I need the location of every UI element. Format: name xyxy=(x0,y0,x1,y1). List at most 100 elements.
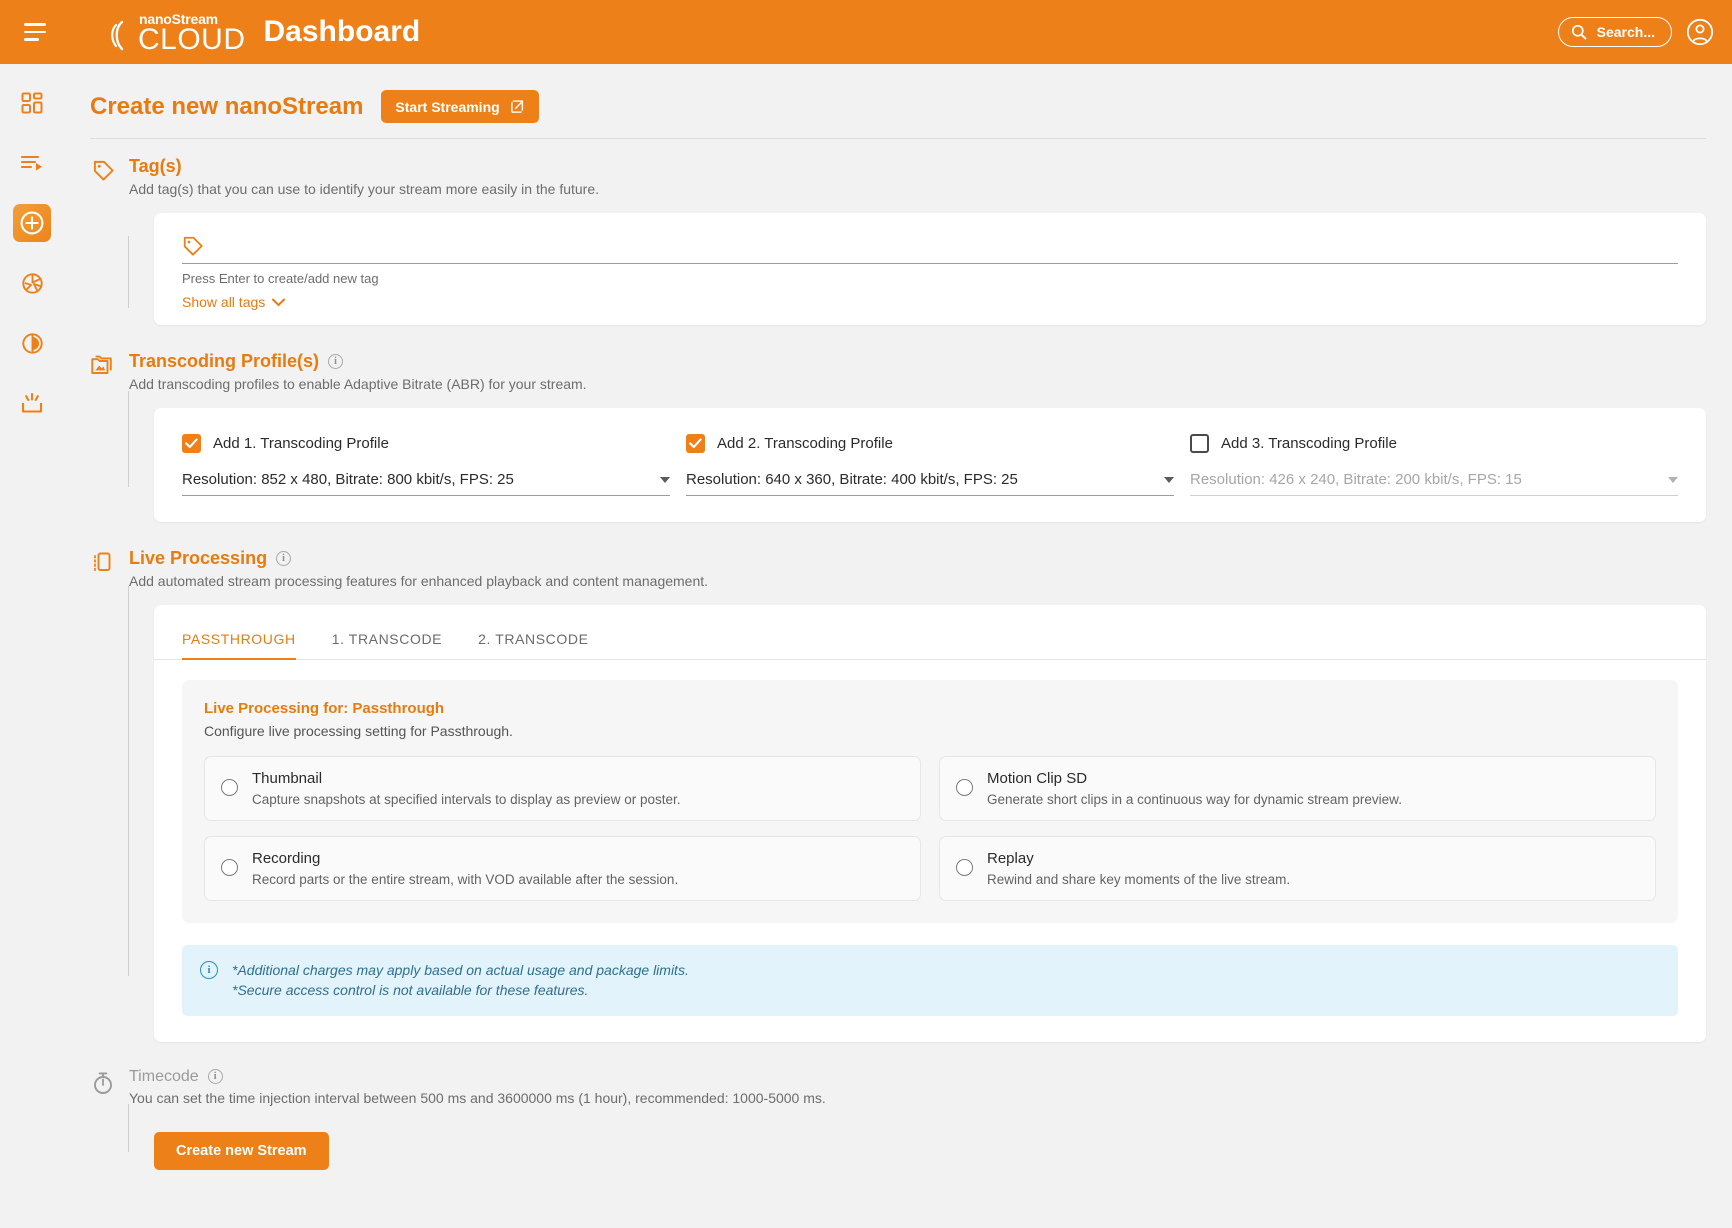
profile-3-select: Resolution: 426 x 240, Bitrate: 200 kbit… xyxy=(1190,471,1678,496)
live-processing-tabs: PASSTHROUGH 1. TRANSCODE 2. TRANSCODE xyxy=(154,605,1706,660)
option-motion-clip-sd-radio[interactable] xyxy=(956,779,973,796)
hamburger-line xyxy=(24,23,46,26)
live-processing-icon xyxy=(90,548,116,578)
info-icon[interactable]: i xyxy=(328,354,344,369)
profile-1-checkbox[interactable] xyxy=(182,434,201,453)
search-button[interactable]: Search... xyxy=(1557,17,1672,47)
transcoding-profile-1: Add 1. Transcoding Profile Resolution: 8… xyxy=(182,434,670,496)
logo-arcs-icon xyxy=(111,21,124,51)
profile-2-label: Add 2. Transcoding Profile xyxy=(717,435,893,452)
chevron-down-icon xyxy=(1164,476,1174,483)
create-new-stream-button[interactable]: Create new Stream xyxy=(154,1131,329,1170)
profile-2-value: Resolution: 640 x 360, Bitrate: 400 kbit… xyxy=(686,471,1018,488)
profile-2-checkbox[interactable] xyxy=(686,434,705,453)
profile-3-value: Resolution: 426 x 240, Bitrate: 200 kbit… xyxy=(1190,471,1522,488)
aperture-icon xyxy=(21,272,43,294)
tag-icon xyxy=(183,236,203,256)
left-nav-rail xyxy=(0,64,64,1228)
search-icon xyxy=(1571,24,1586,40)
tags-title: Tag(s) xyxy=(129,156,182,176)
info-icon[interactable]: i xyxy=(276,551,292,566)
plus-circle-icon xyxy=(20,211,44,235)
transcoding-title: Transcoding Profile(s) xyxy=(129,351,320,371)
option-replay-radio[interactable] xyxy=(956,859,973,876)
tag-icon xyxy=(90,156,116,186)
grid-dashboard-icon xyxy=(21,92,43,114)
section-connector xyxy=(128,1103,129,1152)
page-title: Create new nanoStream xyxy=(90,92,364,120)
profile-2-select[interactable]: Resolution: 640 x 360, Bitrate: 400 kbit… xyxy=(686,471,1174,496)
sidebar-item-analytics[interactable] xyxy=(13,324,51,362)
start-streaming-label: Start Streaming xyxy=(395,98,500,115)
brand[interactable]: nanoStream CLOUD Dashboard xyxy=(110,12,420,56)
section-connector xyxy=(128,391,129,487)
start-streaming-button[interactable]: Start Streaming xyxy=(381,90,539,123)
transcoding-section-header: Transcoding Profile(s) i Add transcoding… xyxy=(90,325,1732,392)
tab-transcode-1[interactable]: 1. TRANSCODE xyxy=(332,627,464,659)
sidebar-item-dashboard[interactable] xyxy=(13,84,51,122)
info-icon[interactable]: i xyxy=(207,1069,223,1085)
hamburger-menu-icon[interactable] xyxy=(18,15,52,49)
option-thumbnail-desc: Capture snapshots at specified intervals… xyxy=(252,792,681,807)
option-replay[interactable]: Replay Rewind and share key moments of t… xyxy=(939,836,1656,901)
external-link-icon xyxy=(510,100,523,113)
image-folder-icon xyxy=(90,351,116,381)
tag-input-row[interactable] xyxy=(182,235,1678,264)
show-all-tags-link[interactable]: Show all tags xyxy=(182,294,286,310)
option-replay-desc: Rewind and share key moments of the live… xyxy=(987,872,1291,887)
sidebar-item-webcaster[interactable] xyxy=(13,264,51,302)
tag-input-hint: Press Enter to create/add new tag xyxy=(182,271,379,286)
logo-cloud-text: CLOUD xyxy=(138,22,246,56)
chevron-down-icon xyxy=(272,298,286,306)
tab-transcode-2-label: 2. TRANSCODE xyxy=(478,631,589,647)
transcoding-subtitle: Add transcoding profiles to enable Adapt… xyxy=(129,376,587,392)
account-circle-icon[interactable] xyxy=(1686,18,1714,46)
live-processing-title: Live Processing xyxy=(129,548,268,568)
list-play-icon xyxy=(20,155,42,171)
profile-3-checkbox[interactable] xyxy=(1190,434,1209,453)
chevron-down-icon xyxy=(660,476,670,483)
tags-card: Press Enter to create/add new tag Show a… xyxy=(154,213,1706,325)
profile-1-select[interactable]: Resolution: 852 x 480, Bitrate: 800 kbit… xyxy=(182,471,670,496)
option-thumbnail-radio[interactable] xyxy=(221,779,238,796)
notice-line-1: *Additional charges may apply based on a… xyxy=(232,962,689,978)
chevron-down-icon xyxy=(1668,476,1678,483)
option-recording-radio[interactable] xyxy=(221,859,238,876)
additional-charges-notice: i *Additional charges may apply based on… xyxy=(182,945,1678,1016)
upload-tray-icon xyxy=(21,392,43,413)
hamburger-line xyxy=(24,38,39,41)
live-processing-options: Thumbnail Capture snapshots at specified… xyxy=(204,756,1656,901)
profile-1-label: Add 1. Transcoding Profile xyxy=(213,435,389,452)
tab-passthrough-label: PASSTHROUGH xyxy=(182,631,296,647)
tab-transcode-2[interactable]: 2. TRANSCODE xyxy=(478,627,610,659)
profile-2-checkbox-row[interactable]: Add 2. Transcoding Profile xyxy=(686,434,1174,453)
live-processing-card: PASSTHROUGH 1. TRANSCODE 2. TRANSCODE Li… xyxy=(154,605,1706,1042)
option-thumbnail[interactable]: Thumbnail Capture snapshots at specified… xyxy=(204,756,921,821)
tab-passthrough[interactable]: PASSTHROUGH xyxy=(182,627,318,660)
panel-title: Live Processing for: Passthrough xyxy=(204,700,445,717)
live-processing-header: Live Processing i Add automated stream p… xyxy=(90,522,1732,589)
topbar-actions: Search... xyxy=(1557,0,1714,64)
profile-1-checkbox-row[interactable]: Add 1. Transcoding Profile xyxy=(182,434,670,453)
option-motion-clip-sd-desc: Generate short clips in a continuous way… xyxy=(987,792,1402,807)
option-motion-clip-sd[interactable]: Motion Clip SD Generate short clips in a… xyxy=(939,756,1656,821)
live-processing-panel: Live Processing for: Passthrough Configu… xyxy=(182,680,1678,923)
top-app-bar: nanoStream CLOUD Dashboard Search... xyxy=(0,0,1732,64)
footer-actions: Create new Stream xyxy=(90,1106,1732,1170)
option-motion-clip-sd-name: Motion Clip SD xyxy=(987,770,1088,787)
option-thumbnail-name: Thumbnail xyxy=(252,770,323,787)
section-connector xyxy=(128,236,129,308)
timecode-subtitle: You can set the time injection interval … xyxy=(129,1089,826,1106)
tab-transcode-1-label: 1. TRANSCODE xyxy=(331,631,443,647)
profile-3-checkbox-row[interactable]: Add 3. Transcoding Profile xyxy=(1190,434,1678,453)
tag-input[interactable] xyxy=(214,235,1678,257)
pie-chart-icon xyxy=(21,332,43,354)
transcoding-profile-2: Add 2. Transcoding Profile Resolution: 6… xyxy=(686,434,1174,496)
sidebar-item-create-stream[interactable] xyxy=(13,204,51,242)
option-recording[interactable]: Recording Record parts or the entire str… xyxy=(204,836,921,901)
notice-line-2: *Secure access control is not available … xyxy=(232,982,589,999)
info-icon: i xyxy=(200,961,218,979)
sidebar-item-publish[interactable] xyxy=(13,384,51,422)
timecode-header: Timecode i You can set the time injectio… xyxy=(90,1042,1732,1106)
sidebar-item-streams[interactable] xyxy=(13,144,51,182)
